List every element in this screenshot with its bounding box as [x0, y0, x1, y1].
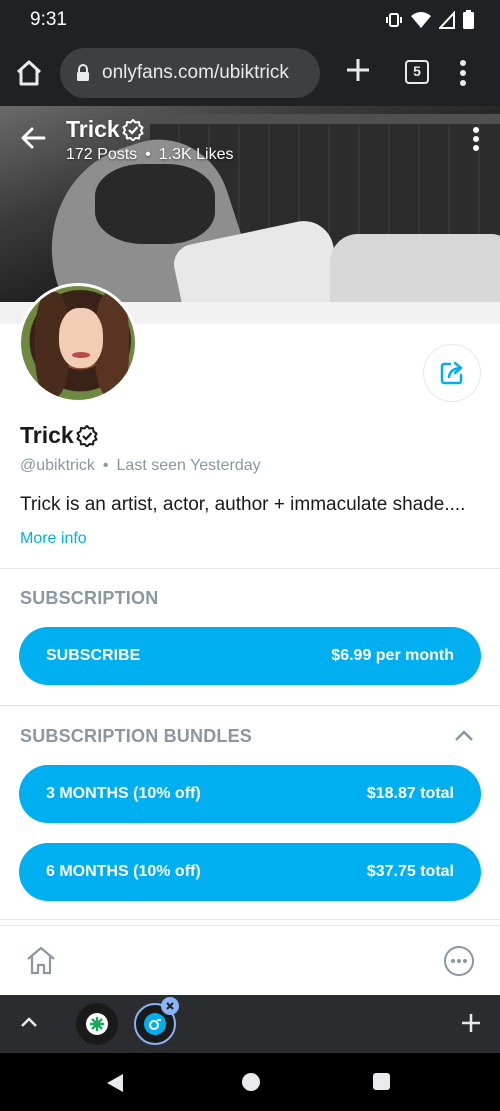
share-icon: [440, 361, 463, 385]
profile-name: Trick: [20, 422, 98, 449]
close-tab-icon[interactable]: [161, 997, 179, 1015]
divider: [0, 705, 500, 706]
bundle-6-months-button[interactable]: 6 MONTHS (10% off) $37.75 total: [19, 843, 481, 901]
divider: [0, 919, 500, 920]
profile-menu-icon[interactable]: [472, 126, 480, 152]
divider: [0, 568, 500, 569]
likes-count: 1.3K Likes: [158, 146, 234, 163]
wifi-icon: [411, 11, 431, 28]
meta-separator: •: [102, 457, 109, 474]
menu-kebab-icon[interactable]: [458, 58, 468, 88]
new-tab-icon[interactable]: [344, 56, 372, 84]
status-time: 9:31: [30, 9, 67, 30]
url-text: onlyfans.com/ubiktrick: [102, 62, 289, 83]
onlyfans-favicon-icon: [144, 1013, 166, 1035]
address-bar[interactable]: onlyfans.com/ubiktrick: [60, 48, 320, 98]
profile-meta: @ubiktrick • Last seen Yesterday: [20, 457, 261, 475]
share-button[interactable]: [423, 344, 481, 402]
status-bar: 9:31: [0, 0, 500, 40]
home-circle-icon[interactable]: [242, 1073, 260, 1091]
header-stats: 172 Posts • 1.3K Likes: [66, 146, 233, 164]
site-favicon-icon: [86, 1013, 108, 1035]
subscription-title: SUBSCRIPTION: [20, 588, 159, 608]
back-arrow-icon[interactable]: [20, 126, 46, 150]
bundle-label: 3 MONTHS (10% off): [46, 785, 201, 802]
bundles-title: SUBSCRIPTION BUNDLES: [20, 726, 253, 746]
avatar[interactable]: [18, 283, 138, 403]
bundle-price: $18.87 total: [366, 785, 454, 802]
profile-name-text: Trick: [20, 422, 74, 448]
subscribe-label: SUBSCRIBE: [46, 647, 141, 664]
tab-strip: [0, 995, 500, 1053]
lock-icon: [77, 64, 89, 81]
last-seen: Last seen Yesterday: [116, 457, 261, 474]
chevron-up-icon[interactable]: [454, 728, 474, 742]
browser-toolbar: onlyfans.com/ubiktrick 5: [0, 40, 500, 106]
home-icon[interactable]: [24, 944, 58, 976]
header-title: Trick: [66, 116, 144, 143]
subscribe-button[interactable]: SUBSCRIBE $6.99 per month: [19, 627, 481, 685]
signal-icon: [439, 10, 455, 29]
profile-bio: Trick is an artist, actor, author + imma…: [20, 494, 466, 515]
tab-favicon[interactable]: [76, 1003, 118, 1045]
more-options-icon[interactable]: [443, 945, 475, 977]
bundle-label: 6 MONTHS (10% off): [46, 863, 201, 880]
chevron-up-icon[interactable]: [20, 1015, 38, 1029]
profile-handle: @ubiktrick: [20, 457, 95, 474]
posts-count: 172 Posts: [66, 146, 138, 163]
verified-badge-icon: [122, 118, 144, 141]
home-icon[interactable]: [14, 58, 44, 88]
vibrate-icon: [386, 12, 402, 27]
stats-separator: •: [145, 146, 151, 163]
system-nav-bar: [0, 1053, 500, 1111]
bundle-3-months-button[interactable]: 3 MONTHS (10% off) $18.87 total: [19, 765, 481, 823]
battery-icon: [463, 10, 474, 29]
header-name: Trick: [66, 116, 120, 142]
add-tab-icon[interactable]: [460, 1012, 482, 1034]
back-triangle-icon[interactable]: [106, 1073, 124, 1093]
bundle-price: $37.75 total: [366, 863, 454, 880]
more-info-link[interactable]: More info: [20, 530, 87, 548]
status-icons: [385, 10, 474, 29]
subscribe-price: $6.99 per month: [331, 647, 454, 664]
verified-badge-icon: [76, 424, 98, 447]
bottom-nav: [0, 925, 500, 995]
tab-switcher-button[interactable]: 5: [405, 60, 429, 84]
recents-square-icon[interactable]: [373, 1073, 390, 1090]
